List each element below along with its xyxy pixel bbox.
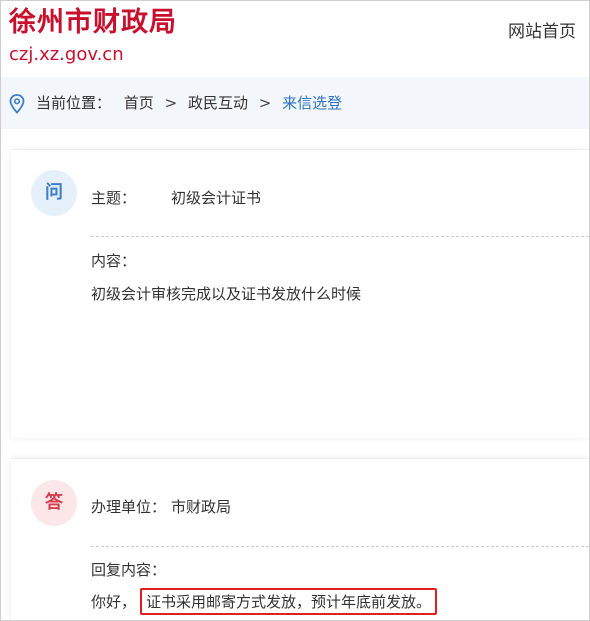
site-title[interactable]: 徐州市财政局 (9, 5, 177, 41)
location-pin-icon (9, 94, 25, 114)
breadcrumb-interaction[interactable]: 政民互动 (188, 77, 248, 129)
answer-badge: 答 (31, 480, 77, 526)
question-badge: 问 (31, 170, 77, 216)
browser-page: 徐州市财政局 czj.xz.gov.cn 网站首页 当前位置： 首页 > 政民互… (0, 0, 590, 621)
unit-label: 办理单位： (91, 498, 167, 516)
reply-greeting: 你好， (91, 593, 137, 611)
content-label: 内容： (91, 252, 137, 270)
answer-card: 答 办理单位： 市财政局 回复内容： 你好， 证书采用邮寄方式发放，预计年底前发放… (11, 458, 589, 620)
home-link[interactable]: 网站首页 (508, 17, 576, 42)
question-card: 问 主题： 初级会计证书 内容： 初级会计审核完成以及证书发放什么时候 (11, 149, 589, 438)
content-value: 初级会计审核完成以及证书发放什么时候 (91, 285, 362, 303)
breadcrumb-separator: > (258, 94, 272, 112)
breadcrumb-separator: > (164, 94, 178, 112)
site-header: 徐州市财政局 czj.xz.gov.cn 网站首页 (1, 1, 589, 77)
breadcrumb-prefix: 当前位置： (36, 94, 112, 112)
site-domain: czj.xz.gov.cn (9, 44, 124, 65)
reply-content: 你好， 证书采用邮寄方式发放，预计年底前发放。 (91, 588, 438, 615)
breadcrumb: 当前位置： 首页 > 政民互动 > 来信选登 (36, 77, 342, 129)
subject-value: 初级会计证书 (171, 189, 262, 207)
breadcrumb-home[interactable]: 首页 (124, 77, 154, 129)
reply-label: 回复内容： (91, 561, 167, 579)
reply-highlight: 证书采用邮寄方式发放，预计年底前发放。 (140, 588, 438, 615)
subject-label: 主题： (91, 189, 137, 207)
breadcrumb-current[interactable]: 来信选登 (282, 77, 342, 129)
breadcrumb-bar: 当前位置： 首页 > 政民互动 > 来信选登 (1, 77, 589, 129)
answer-divider (91, 546, 589, 547)
unit-value: 市财政局 (171, 498, 232, 516)
question-divider (91, 236, 589, 237)
